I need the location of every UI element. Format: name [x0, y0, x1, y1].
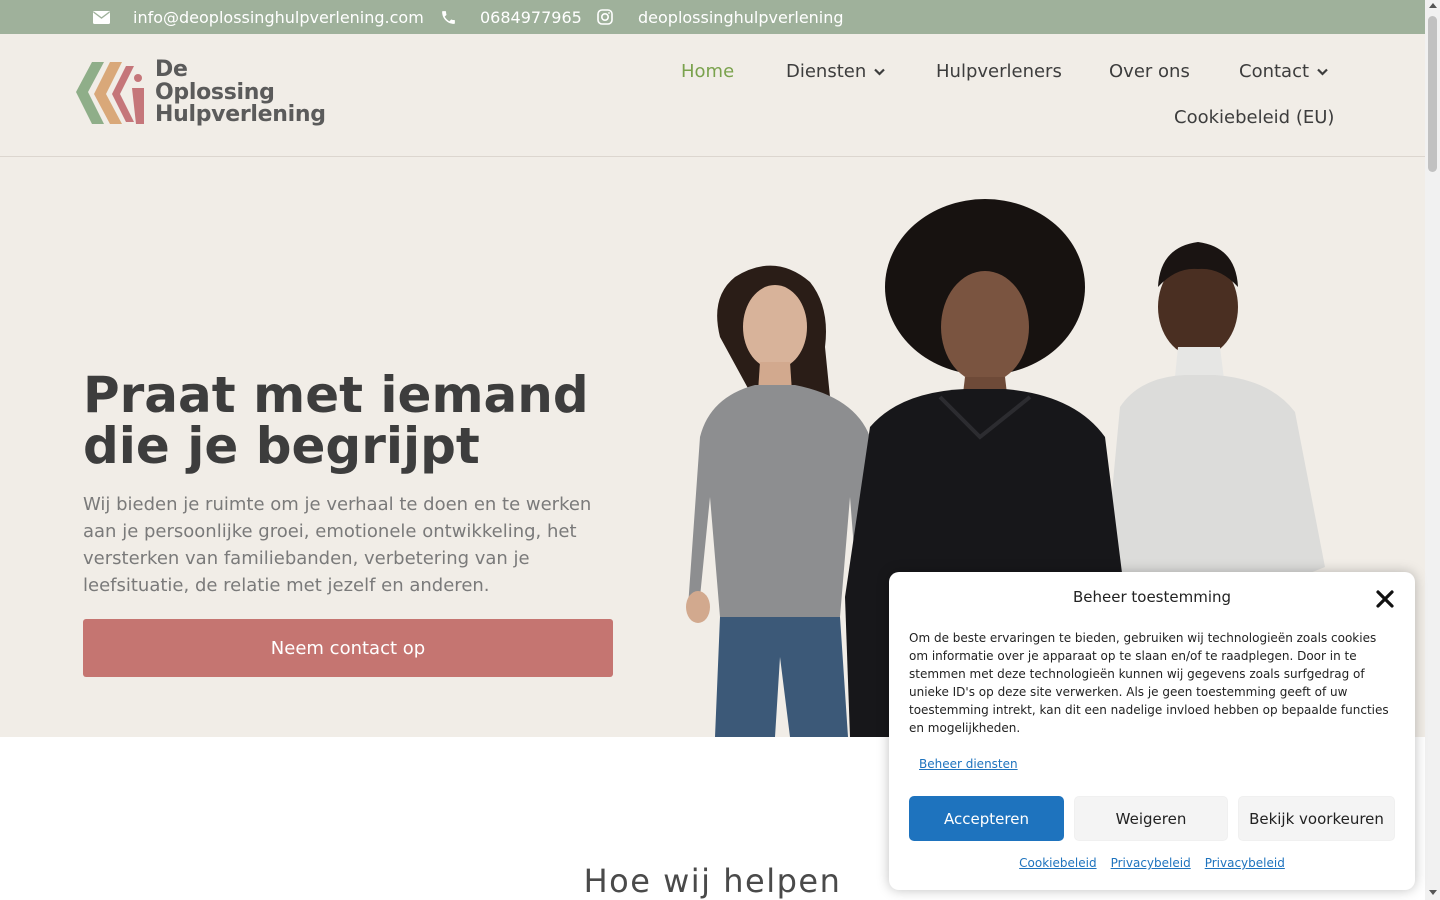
nav-home-label: Home: [681, 61, 735, 82]
nav-contact-label: Contact: [1239, 61, 1310, 82]
scroll-up-icon[interactable]: [1429, 3, 1437, 8]
logo[interactable]: De Oplossing Hulpverlening: [74, 57, 326, 132]
phone-link[interactable]: 0684977965: [480, 0, 582, 34]
logo-text: De Oplossing Hulpverlening: [155, 57, 326, 127]
email-link[interactable]: info@deoplossinghulpverlening.com: [133, 0, 424, 34]
nav-cookiebeleid-label: Cookiebeleid (EU): [1174, 107, 1335, 128]
nav-home[interactable]: Home: [681, 61, 734, 82]
accept-button[interactable]: Accepteren: [909, 796, 1064, 841]
instagram-link[interactable]: deoplossinghulpverlening: [638, 0, 844, 34]
cookie-policy-link[interactable]: Cookiebeleid: [1019, 856, 1096, 870]
logo-line-2: Oplossing: [155, 79, 275, 105]
privacy-policy-link[interactable]: Privacybeleid: [1111, 856, 1191, 870]
nav-diensten[interactable]: Diensten: [786, 61, 886, 82]
consent-title: Beheer toestemming: [1072, 588, 1232, 606]
hero-title: Praat met iemand die je begrijpt: [83, 366, 589, 475]
view-preferences-button[interactable]: Bekijk voorkeuren: [1238, 796, 1395, 841]
nav-diensten-label: Diensten: [786, 61, 867, 82]
hero-text: Wij bieden je ruimte om je verhaal te do…: [83, 494, 592, 596]
cookie-consent-dialog: Beheer toestemming Om de beste ervaringe…: [889, 572, 1415, 890]
nav-hulpverleners[interactable]: Hulpverleners: [936, 61, 1062, 82]
contact-cta-button[interactable]: Neem contact op: [83, 619, 613, 677]
nav-over-ons[interactable]: Over ons: [1109, 61, 1190, 82]
nav-hulpverleners-label: Hulpverleners: [936, 61, 1062, 82]
manage-services-link[interactable]: Beheer diensten: [919, 757, 1018, 771]
consent-text: Om de beste ervaringen te bieden, gebrui…: [909, 631, 1389, 735]
envelope-icon: [93, 0, 110, 34]
deny-button[interactable]: Weigeren: [1074, 796, 1228, 841]
top-contact-bar: info@deoplossinghulpverlening.com 068497…: [0, 0, 1425, 34]
page-scrollbar[interactable]: [1425, 0, 1440, 900]
logo-line-3: Hulpverlening: [155, 102, 326, 127]
privacy-policy-link-2[interactable]: Privacybeleid: [1205, 856, 1285, 870]
nav-over-ons-label: Over ons: [1109, 61, 1190, 82]
scroll-down-icon[interactable]: [1429, 890, 1437, 895]
nav-contact[interactable]: Contact: [1239, 61, 1328, 82]
chevron-down-icon: [1317, 68, 1328, 76]
close-icon[interactable]: [1375, 589, 1395, 609]
logo-line-1: De: [155, 57, 188, 82]
consent-policy-links: Cookiebeleid Privacybeleid Privacybeleid: [889, 856, 1415, 870]
site-header: De Oplossing Hulpverlening Home Diensten…: [0, 34, 1425, 157]
nav-cookiebeleid[interactable]: Cookiebeleid (EU): [1174, 107, 1334, 128]
phone-icon: [440, 0, 457, 34]
scrollbar-thumb[interactable]: [1428, 16, 1437, 172]
instagram-icon: [597, 0, 613, 34]
logo-mark-icon: [76, 62, 144, 124]
chevron-down-icon: [874, 68, 886, 76]
